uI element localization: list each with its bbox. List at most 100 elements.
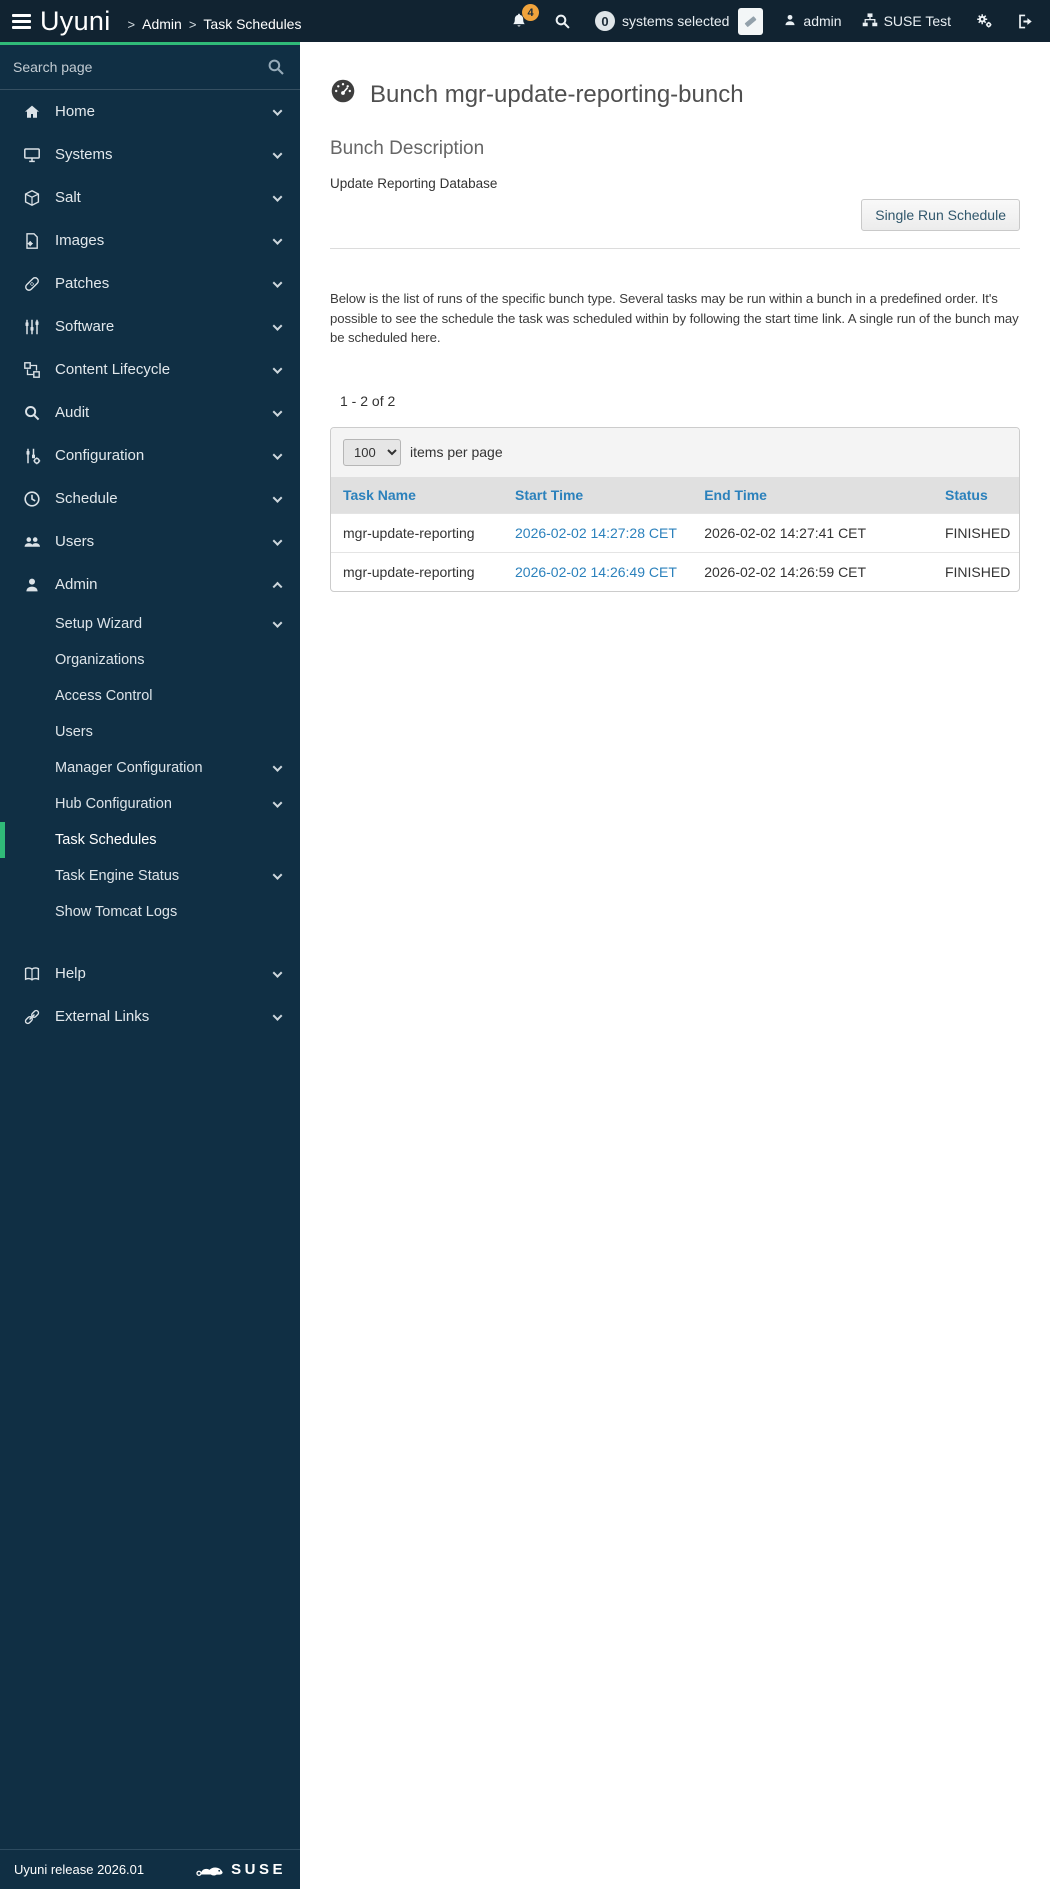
chevron-down-icon [272,492,283,503]
sign-out-icon[interactable] [1017,13,1034,30]
sidebar-nav: Home Systems Salt Images Patches Softwar… [0,90,300,1038]
header-actions: 4 0 systems selected admin SUSE Test [510,4,1034,35]
sliders-icon [22,318,42,336]
page-title: Bunch mgr-update-reporting-bunch [330,78,1020,111]
items-per-page-select[interactable]: 100 [343,438,401,466]
cube-icon [22,189,42,207]
uyuni-app: Uyuni > Admin > Task Schedules 4 0 syste… [0,0,1050,1889]
start-time-link[interactable]: 2026-02-02 14:26:49 CET [515,564,677,580]
sitemap-icon [862,12,878,31]
status-cell: FINISHED [932,551,1019,591]
system-selection-manager[interactable]: 0 systems selected [595,7,764,35]
end-time-cell: 2026-02-02 14:27:41 CET [692,512,933,553]
items-per-page-row: 100 items per page [331,427,1019,477]
home-icon [22,103,42,121]
bandaid-icon [22,275,42,293]
sidebar-item-users[interactable]: Users [0,520,300,563]
sidebar-item-task-schedules[interactable]: Task Schedules [0,822,300,858]
top-header: Uyuni > Admin > Task Schedules 4 0 syste… [0,0,1050,42]
admin-submenu: Setup Wizard Organizations Access Contro… [0,606,300,930]
task-name-cell: mgr-update-reporting [331,512,503,553]
tachometer-icon [330,78,356,111]
intro-text: Below is the list of runs of the specifi… [330,291,1019,346]
table-header-row: Task Name Start Time End Time Status [331,476,1019,514]
sidebar-item-home[interactable]: Home [0,90,300,133]
chevron-down-icon [272,798,283,808]
config-sliders-gear-icon [22,447,42,465]
breadcrumb-task-schedules[interactable]: Task Schedules [203,16,301,32]
chevron-down-icon [272,234,283,245]
sidebar: Home Systems Salt Images Patches [0,42,300,1889]
sidebar-item-systems[interactable]: Systems [0,133,300,176]
end-time-cell: 2026-02-02 14:26:59 CET [692,551,933,591]
column-status[interactable]: Status [932,476,1019,514]
preferences-gears-icon[interactable] [975,12,993,30]
sidebar-item-schedule[interactable]: Schedule [0,477,300,520]
search-icon[interactable] [554,13,571,30]
sidebar-item-hub-configuration[interactable]: Hub Configuration [0,786,300,822]
notification-count-badge: 4 [522,4,540,21]
start-time-cell: 2026-02-02 14:26:49 CET [503,551,693,591]
organization-menu[interactable]: SUSE Test [862,12,951,31]
divider [330,248,1020,249]
link-icon [22,1008,42,1026]
brand-logo[interactable]: Uyuni [40,6,111,37]
clear-selection-button[interactable] [738,7,764,35]
organization-name: SUSE Test [883,13,951,29]
user-icon [22,576,42,594]
chevron-down-icon [272,105,283,116]
sidebar-item-software[interactable]: Software [0,305,300,348]
start-time-link[interactable]: 2026-02-02 14:27:28 CET [515,525,677,541]
sidebar-item-salt[interactable]: Salt [0,176,300,219]
desktop-icon [22,146,42,164]
chevron-down-icon [272,762,283,772]
sidebar-item-task-engine-status[interactable]: Task Engine Status [0,858,300,894]
pagination-summary: 1 - 2 of 2 [340,392,396,409]
release-version-link[interactable]: 2026.01 [97,1862,144,1877]
sidebar-item-help[interactable]: Help [0,952,300,995]
suse-logo: SUSE [195,1861,286,1878]
user-menu[interactable]: admin [783,13,842,30]
status-cell: FINISHED [932,512,1019,553]
column-end-time[interactable]: End Time [692,476,933,514]
sidebar-item-admin[interactable]: Admin [0,563,300,606]
sidebar-item-audit[interactable]: Audit [0,391,300,434]
sidebar-item-patches[interactable]: Patches [0,262,300,305]
sidebar-item-admin-users[interactable]: Users [0,714,300,750]
sidebar-item-configuration[interactable]: Configuration [0,434,300,477]
notifications-bell-icon[interactable]: 4 [510,4,540,30]
sidebar-item-images[interactable]: Images [0,219,300,262]
table-row: mgr-update-reporting 2026-02-02 14:26:49… [331,551,1019,591]
menu-toggle-icon[interactable] [10,10,33,33]
sidebar-item-external-links[interactable]: External Links [0,995,300,1038]
runs-panel: 100 items per page Task Name Start Time … [330,426,1020,592]
chevron-down-icon [272,870,283,880]
items-per-page-label: items per page [410,444,503,461]
chevron-down-icon [272,618,283,628]
systems-selected-label: systems selected [622,13,730,29]
sidebar-item-show-tomcat-logs[interactable]: Show Tomcat Logs [0,894,300,930]
selected-systems-count-badge: 0 [595,11,616,31]
sidebar-item-content-lifecycle[interactable]: Content Lifecycle [0,348,300,391]
column-start-time[interactable]: Start Time [503,476,693,514]
main-content: Bunch mgr-update-reporting-bunch Bunch D… [300,0,1050,592]
magnifier-icon [22,404,42,422]
sidebar-item-access-control[interactable]: Access Control [0,678,300,714]
sidebar-search [0,45,300,90]
chevron-down-icon [272,406,283,417]
lifecycle-icon [22,361,42,379]
chevron-down-icon [272,535,283,546]
single-run-schedule-button[interactable]: Single Run Schedule [861,199,1020,231]
sidebar-item-manager-configuration[interactable]: Manager Configuration [0,750,300,786]
users-group-icon [22,533,42,551]
breadcrumb-separator: > [127,16,136,32]
search-icon[interactable] [267,58,285,81]
bunch-description-text: Update Reporting Database [330,176,498,191]
chevron-down-icon [272,277,283,288]
chevron-down-icon [272,449,283,460]
sidebar-search-input[interactable] [0,45,300,89]
column-task-name[interactable]: Task Name [331,476,503,514]
sidebar-item-setup-wizard[interactable]: Setup Wizard [0,606,300,642]
breadcrumb-admin[interactable]: Admin [142,16,182,32]
sidebar-item-organizations[interactable]: Organizations [0,642,300,678]
